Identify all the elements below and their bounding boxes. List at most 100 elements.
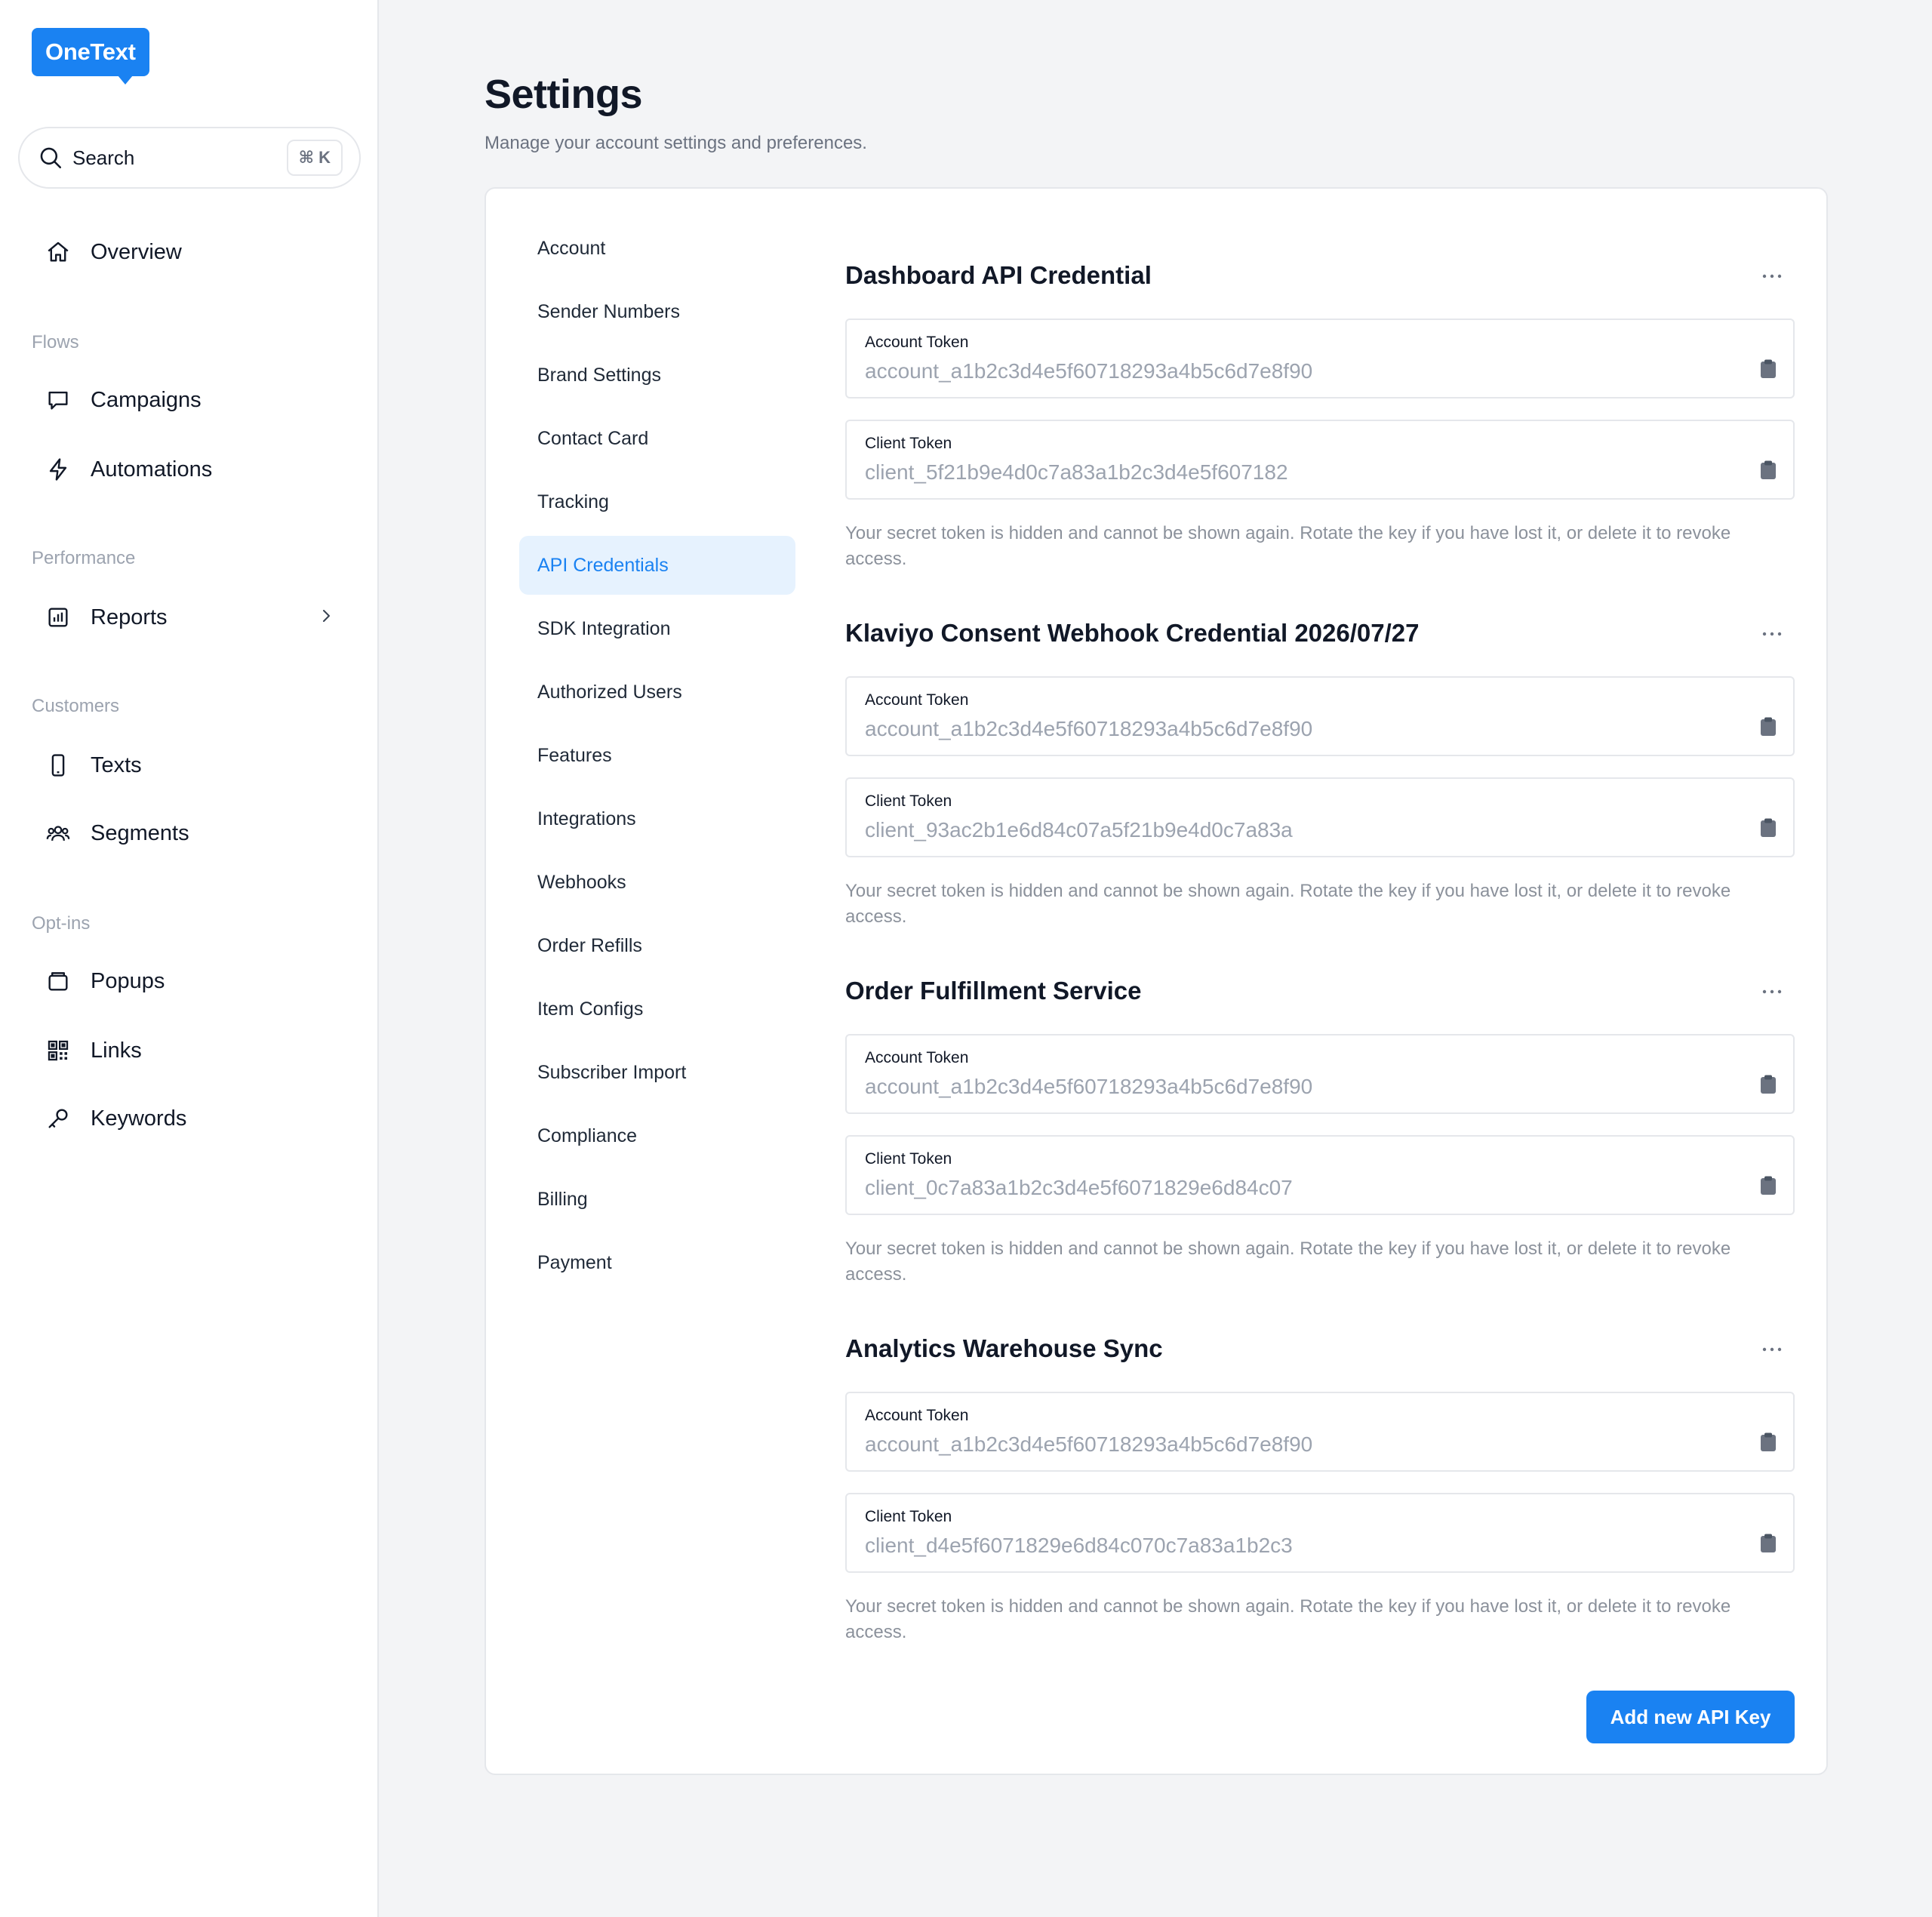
credential-title: Dashboard API Credential <box>845 261 1152 289</box>
settings-nav-item-configs[interactable]: Item Configs <box>519 980 795 1039</box>
page-title: Settings <box>485 72 643 117</box>
clipboard-icon[interactable] <box>1760 460 1777 480</box>
search-icon <box>40 147 62 169</box>
client-token-field[interactable]: Client Token client_0c7a83a1b2c3d4e5f607… <box>845 1135 1795 1215</box>
credential-note: Your secret token is hidden and cannot b… <box>845 523 1731 569</box>
token-label: Account Token <box>865 1407 969 1424</box>
token-label: Client Token <box>865 1508 952 1525</box>
settings-nav-contact-card[interactable]: Contact Card <box>519 409 795 468</box>
clipboard-icon[interactable] <box>1760 1534 1777 1553</box>
search-shortcut-badge: ⌘ K <box>286 140 343 176</box>
clipboard-icon[interactable] <box>1760 818 1777 838</box>
sidebar-item-label: Popups <box>91 968 165 993</box>
search-box[interactable]: Search ⌘ K <box>18 127 361 189</box>
settings-nav-subscriber-import[interactable]: Subscriber Import <box>519 1043 795 1102</box>
token-label: Account Token <box>865 1049 969 1066</box>
nav-group-optins: Opt-ins <box>32 913 91 934</box>
sidebar-item-label: Texts <box>91 752 142 777</box>
client-token-value: client_93ac2b1e6d84c07a5f21b9e4d0c7a83a <box>865 818 1293 842</box>
settings-nav-sdk-integration[interactable]: SDK Integration <box>519 599 795 658</box>
sidebar-item-overview[interactable]: Overview <box>45 231 182 273</box>
clipboard-icon[interactable] <box>1760 1176 1777 1195</box>
popup-icon <box>48 972 68 991</box>
sidebar-item-reports[interactable]: Reports <box>45 596 168 638</box>
account-token-field[interactable]: Account Token account_a1b2c3d4e5f6071829… <box>845 676 1795 756</box>
more-options-icon[interactable] <box>1758 269 1786 284</box>
sidebar-item-label: Keywords <box>91 1106 187 1131</box>
settings-nav-integrations[interactable]: Integrations <box>519 789 795 848</box>
page-subtitle: Manage your account settings and prefere… <box>485 133 867 153</box>
settings-nav-features[interactable]: Features <box>519 726 795 785</box>
more-options-icon[interactable] <box>1758 984 1786 999</box>
more-options-icon[interactable] <box>1758 1342 1786 1357</box>
settings-nav-webhooks[interactable]: Webhooks <box>519 853 795 912</box>
account-token-field[interactable]: Account Token account_a1b2c3d4e5f6071829… <box>845 318 1795 398</box>
clipboard-icon[interactable] <box>1760 717 1777 737</box>
clipboard-icon[interactable] <box>1760 1432 1777 1452</box>
users-group-icon <box>46 826 70 842</box>
add-api-key-button[interactable]: Add new API Key <box>1586 1691 1795 1743</box>
sidebar-item-automations[interactable]: Automations <box>45 448 212 491</box>
sidebar-item-campaigns[interactable]: Campaigns <box>45 379 202 421</box>
clipboard-icon[interactable] <box>1760 1075 1777 1094</box>
client-token-field[interactable]: Client Token client_5f21b9e4d0c7a83a1b2c… <box>845 420 1795 500</box>
settings-nav-compliance[interactable]: Compliance <box>519 1106 795 1165</box>
client-token-field[interactable]: Client Token client_93ac2b1e6d84c07a5f21… <box>845 777 1795 857</box>
settings-nav: Account Sender Numbers Brand Settings Co… <box>519 219 795 1297</box>
sidebar-item-label: Links <box>91 1038 142 1063</box>
nav-group-customers: Customers <box>32 696 120 716</box>
qr-code-icon <box>48 1040 69 1061</box>
bar-chart-icon <box>48 608 68 627</box>
credential-title: Klaviyo Consent Webhook Credential 2026/… <box>845 619 1420 647</box>
credential-note: Your secret token is hidden and cannot b… <box>845 1239 1731 1285</box>
settings-nav-payment[interactable]: Payment <box>519 1233 795 1292</box>
token-label: Client Token <box>865 435 952 452</box>
token-label: Client Token <box>865 1150 952 1168</box>
clipboard-icon[interactable] <box>1760 359 1777 379</box>
key-icon <box>48 1109 68 1128</box>
settings-nav-billing[interactable]: Billing <box>519 1170 795 1229</box>
token-label: Account Token <box>865 691 969 709</box>
settings-nav-sender-numbers[interactable]: Sender Numbers <box>519 282 795 341</box>
settings-nav-account[interactable]: Account <box>519 219 795 278</box>
settings-nav-order-refills[interactable]: Order Refills <box>519 916 795 975</box>
sidebar-item-label: Reports <box>91 605 168 629</box>
sidebar-item-keywords[interactable]: Keywords <box>45 1097 186 1140</box>
phone-icon <box>51 754 65 777</box>
lightning-icon <box>49 458 67 481</box>
sidebar-item-popups[interactable]: Popups <box>45 960 165 1002</box>
client-token-value: client_d4e5f6071829e6d84c070c7a83a1b2c3 <box>865 1534 1293 1557</box>
settings-nav-authorized-users[interactable]: Authorized Users <box>519 663 795 722</box>
sidebar-item-links[interactable]: Links <box>45 1029 142 1072</box>
credential-title: Order Fulfillment Service <box>845 977 1142 1005</box>
credential-title: Analytics Warehouse Sync <box>845 1334 1163 1362</box>
nav-group-flows: Flows <box>32 332 79 352</box>
token-label: Account Token <box>865 334 969 351</box>
credential-note: Your secret token is hidden and cannot b… <box>845 1596 1731 1642</box>
home-icon <box>48 242 69 262</box>
client-token-value: client_0c7a83a1b2c3d4e5f6071829e6d84c07 <box>865 1176 1293 1199</box>
sidebar-item-label: Overview <box>91 239 182 264</box>
sidebar-item-texts[interactable]: Texts <box>45 744 142 786</box>
sidebar-item-label: Segments <box>91 820 189 845</box>
account-token-field[interactable]: Account Token account_a1b2c3d4e5f6071829… <box>845 1034 1795 1114</box>
chevron-right-icon[interactable] <box>317 607 335 625</box>
settings-nav-brand-settings[interactable]: Brand Settings <box>519 346 795 405</box>
client-token-field[interactable]: Client Token client_d4e5f6071829e6d84c07… <box>845 1493 1795 1573</box>
client-token-value: client_5f21b9e4d0c7a83a1b2c3d4e5f607182 <box>865 460 1288 484</box>
account-token-value: account_a1b2c3d4e5f60718293a4b5c6d7e8f90 <box>865 1075 1313 1098</box>
nav-group-performance: Performance <box>32 548 136 568</box>
more-options-icon[interactable] <box>1758 626 1786 642</box>
sidebar: OneText Search ⌘ K Overview Flows Campai… <box>0 0 379 1917</box>
token-label: Client Token <box>865 792 952 810</box>
sidebar-item-label: Automations <box>91 457 213 482</box>
account-token-field[interactable]: Account Token account_a1b2c3d4e5f6071829… <box>845 1392 1795 1472</box>
onetext-logo[interactable]: OneText <box>32 28 149 85</box>
account-token-value: account_a1b2c3d4e5f60718293a4b5c6d7e8f90 <box>865 717 1313 740</box>
settings-nav-api-credentials[interactable]: API Credentials <box>519 536 795 595</box>
account-token-value: account_a1b2c3d4e5f60718293a4b5c6d7e8f90 <box>865 1432 1313 1456</box>
settings-nav-tracking[interactable]: Tracking <box>519 472 795 531</box>
sidebar-item-label: Campaigns <box>91 387 202 412</box>
search-label: Search <box>72 146 135 169</box>
sidebar-item-segments[interactable]: Segments <box>45 812 189 854</box>
